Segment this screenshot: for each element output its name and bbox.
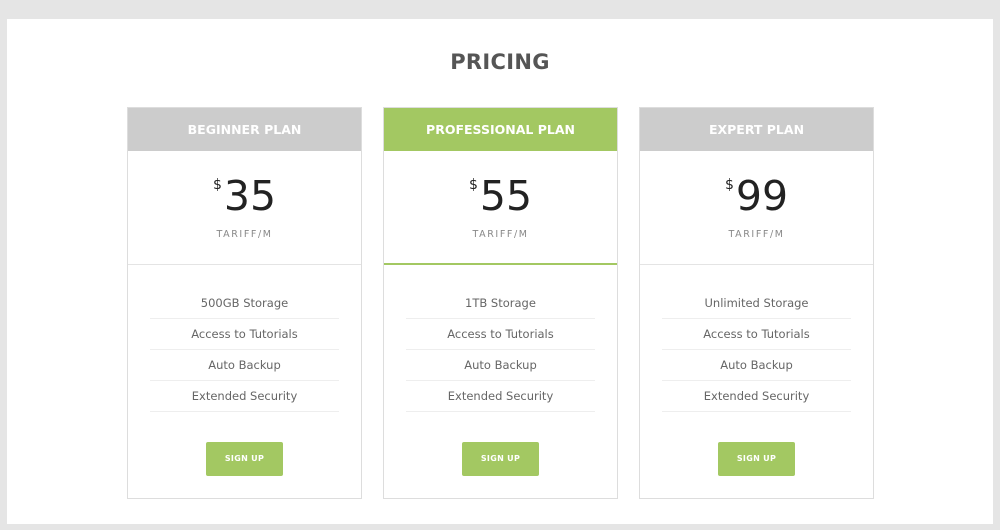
feature-list: 500GB Storage Access to Tutorials Auto B… xyxy=(150,288,339,412)
currency-symbol: $ xyxy=(724,177,734,193)
price: $55 xyxy=(384,171,617,221)
feature-item: Access to Tutorials xyxy=(150,319,339,350)
price: $99 xyxy=(640,171,873,221)
price: $35 xyxy=(128,171,361,221)
sign-up-button-beginner[interactable]: SIGN UP xyxy=(206,442,283,476)
feature-item: Auto Backup xyxy=(150,350,339,381)
pricing-card-expert: EXPERT PLAN $99 TARIFF/M Unlimited Stora… xyxy=(639,107,874,499)
feature-item: Extended Security xyxy=(150,381,339,412)
price-period: TARIFF/M xyxy=(216,229,273,240)
price-amount: 99 xyxy=(735,172,789,220)
price-amount: 55 xyxy=(479,172,533,220)
currency-symbol: $ xyxy=(468,177,478,193)
feature-item: 500GB Storage xyxy=(150,288,339,319)
price-area: $99 TARIFF/M xyxy=(640,151,873,265)
feature-item: Auto Backup xyxy=(406,350,595,381)
price-amount: 35 xyxy=(223,172,277,220)
pricing-card-professional: PROFESSIONAL PLAN $55 TARIFF/M 1TB Stora… xyxy=(383,107,618,499)
sign-up-button-professional[interactable]: SIGN UP xyxy=(462,442,539,476)
pricing-card-beginner: BEGINNER PLAN $35 TARIFF/M 500GB Storage… xyxy=(127,107,362,499)
feature-list: 1TB Storage Access to Tutorials Auto Bac… xyxy=(406,288,595,412)
price-area: $55 TARIFF/M xyxy=(384,151,617,265)
feature-item: Access to Tutorials xyxy=(406,319,595,350)
price-area: $35 TARIFF/M xyxy=(128,151,361,265)
feature-item: Auto Backup xyxy=(662,350,851,381)
feature-item: Extended Security xyxy=(406,381,595,412)
feature-item: Access to Tutorials xyxy=(662,319,851,350)
currency-symbol: $ xyxy=(212,177,222,193)
feature-item: Extended Security xyxy=(662,381,851,412)
price-period: TARIFF/M xyxy=(728,229,785,240)
feature-list: Unlimited Storage Access to Tutorials Au… xyxy=(662,288,851,412)
price-period: TARIFF/M xyxy=(472,229,529,240)
plan-name: EXPERT PLAN xyxy=(640,108,873,151)
feature-item: Unlimited Storage xyxy=(662,288,851,319)
feature-item: 1TB Storage xyxy=(406,288,595,319)
page-title: PRICING xyxy=(450,50,550,74)
plan-name: PROFESSIONAL PLAN xyxy=(384,108,617,151)
plan-name: BEGINNER PLAN xyxy=(128,108,361,151)
sign-up-button-expert[interactable]: SIGN UP xyxy=(718,442,795,476)
